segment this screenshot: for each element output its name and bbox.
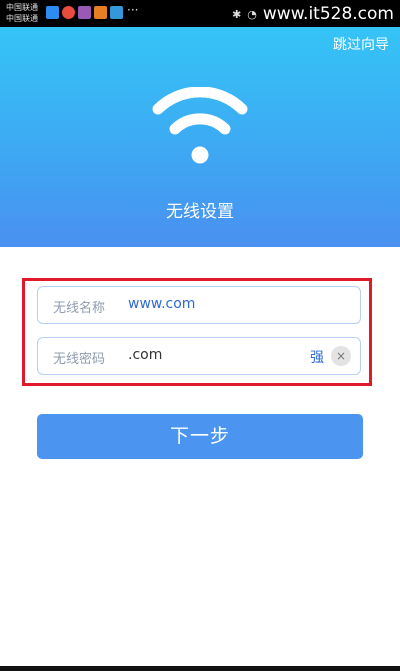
app-icon-1	[46, 6, 59, 19]
app-icon-2	[62, 6, 75, 19]
watermark-site: www.it528.com	[262, 4, 394, 24]
wifi-icon	[152, 87, 248, 164]
ssid-label: 无线名称	[53, 301, 106, 316]
carrier-names: 中国联通 中国联通	[6, 2, 38, 24]
header-banner: 跳过向导 无线设置	[0, 27, 400, 247]
bottom-edge	[0, 666, 400, 671]
password-strength-badge: 强	[310, 350, 324, 366]
app-icon-3	[78, 6, 91, 19]
clear-icon[interactable]: ×	[331, 346, 351, 366]
page-title: 无线设置	[166, 202, 234, 222]
app-icon-5	[110, 6, 123, 19]
bluetooth-icon: ✱	[232, 7, 242, 21]
skip-wizard-link[interactable]: 跳过向导	[333, 34, 389, 54]
password-label: 无线密码	[53, 352, 106, 367]
next-button[interactable]: 下一步	[37, 414, 363, 459]
wifi-status-icon: ◔	[247, 7, 257, 21]
ssid-field[interactable]: 无线名称 www.com	[37, 286, 361, 324]
more-notifications-icon: ···	[127, 3, 139, 17]
status-bar: 中国联通 中国联通 ··· ✱ ◔ www.it528.com	[0, 0, 400, 27]
carrier-1: 中国联通	[6, 3, 38, 12]
password-field[interactable]: 无线密码 .com 强 ×	[37, 337, 361, 375]
password-value[interactable]: .com	[128, 347, 162, 363]
notification-icons	[46, 6, 123, 19]
ssid-value[interactable]: www.com	[128, 296, 195, 312]
status-right: ✱ ◔ www.it528.com	[232, 4, 394, 24]
carrier-2: 中国联通	[6, 14, 38, 23]
app-icon-4	[94, 6, 107, 19]
